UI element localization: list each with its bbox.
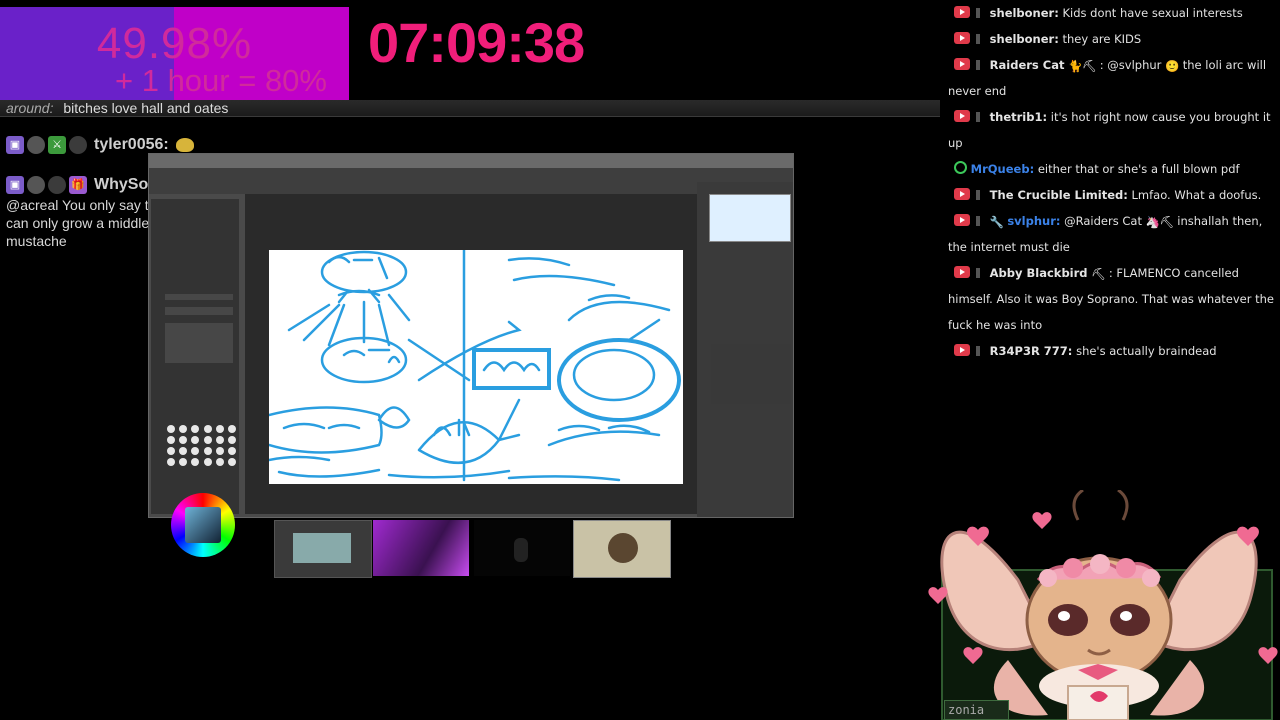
chat-username: Raiders Cat [989,58,1065,72]
chat-message: Raiders Cat 🐈⛏ : @svlphur 🙂 the loli arc… [948,52,1274,104]
navigator-thumbnail[interactable] [709,194,791,242]
scene-thumbnail-dark [474,520,570,576]
chat-message: shelboner: Kids dont have sexual interes… [948,0,1274,26]
scene-thumbnail-webcam [373,520,469,576]
emote-icon [175,138,194,152]
alert-bar: around: bitches love hall and oates [0,100,940,117]
hat-badge-icon [48,176,66,194]
chat-username: Abby Blackbird [989,266,1088,280]
twitch-badge-icon: ▣ [6,136,24,154]
stream-timer: 07:09:38 [368,11,585,74]
gift-icon: 🎁 [69,176,87,194]
youtube-badge-icon [954,344,970,356]
color-wheel[interactable] [171,493,235,557]
tool-slider[interactable] [165,294,233,300]
chat-message: shelboner: they are KIDS [948,26,1274,52]
chat-message: thetrib1: it's hot right now cause you b… [948,104,1274,156]
goal-progress-widget: 49.98% + 1 hour = 80% [0,7,349,100]
app-titlebar [149,154,793,168]
chat-username: tyler0056: [94,136,169,153]
wrench-icon: 🔧 [989,215,1004,229]
hammer-icon: ⛏ [1091,267,1106,281]
hat-badge-icon [69,136,87,154]
chat-message: Abby Blackbird ⛏ : FLAMENCO cancelled hi… [948,260,1274,338]
chat-username: shelboner: [989,6,1059,20]
goal-progress-percent: 49.98% [96,19,253,68]
sketch-drawing [267,248,681,482]
alert-user: around: [6,100,54,116]
chat-username: thetrib1: [989,110,1048,124]
chat-message-text: either that or she's a full blown pdf [1037,162,1240,176]
shared-screen-drawing-app [148,153,794,557]
layers-panel[interactable] [711,344,791,404]
chat-message-text: @Raiders Cat [1064,214,1142,228]
chat-username: shelboner: [989,32,1059,46]
hammer-icon: ⛏ [1159,215,1175,229]
chat-message: R34P3R 777: she's actually braindead [948,338,1274,364]
left-chat-message: ▣ ⚔ tyler0056: [6,136,256,154]
youtube-badge-icon [954,58,970,70]
goal-progress-bonus: + 1 hour = 80% [115,63,327,98]
avatar-badge-icon [27,136,45,154]
drawing-canvas[interactable] [267,248,683,484]
hammer-icon: ⛏ [1082,59,1097,73]
youtube-badge-icon [954,110,970,122]
chat-username: The Crucible Limited: [989,188,1128,202]
chat-message: 🔧 svlphur: @Raiders Cat 🦄⛏ inshallah the… [948,208,1274,260]
avatar-name-tag: zonia [944,700,1009,720]
scene-thumbnail-item [573,520,671,578]
right-chat-panel: shelboner: Kids dont have sexual interes… [948,0,1274,364]
alert-message: bitches love hall and oates [63,100,229,116]
chat-message: The Crucible Limited: Lmfao. What a doof… [948,182,1274,208]
chat-message: MrQueeb: either that or she's a full blo… [948,156,1274,182]
sword-icon: ⚔ [48,136,66,154]
avatar-badge-icon [27,176,45,194]
chat-message-text: Lmfao. What a doofus. [1131,188,1262,202]
chat-message-text: they are KIDS [1062,32,1142,46]
youtube-badge-icon [954,32,970,44]
circle-badge-icon [954,161,967,174]
chat-message-text: : @svlphur [1099,58,1162,72]
twitch-badge-icon: ▣ [6,176,24,194]
chat-message-text: Kids dont have sexual interests [1062,6,1243,20]
smiley-icon: 🙂 [1165,59,1180,73]
youtube-badge-icon [954,214,970,226]
unicorn-icon: 🦄 [1145,215,1160,229]
youtube-badge-icon [954,266,970,278]
scene-thumbnail-screen [274,520,372,578]
tool-panel[interactable] [151,199,239,557]
chat-username: svlphur: [1007,214,1061,228]
tool-options[interactable] [165,323,233,363]
chat-message-text: she's actually braindead [1076,344,1217,358]
youtube-badge-icon [954,6,970,18]
tool-slider[interactable] [165,307,233,315]
chat-username: R34P3R 777: [989,344,1073,358]
youtube-badge-icon [954,188,970,200]
chat-username: MrQueeb: [970,162,1035,176]
brush-swatches[interactable] [167,425,237,466]
moth-avatar-illustration [928,490,1278,720]
cat-icon: 🐈 [1068,59,1083,73]
